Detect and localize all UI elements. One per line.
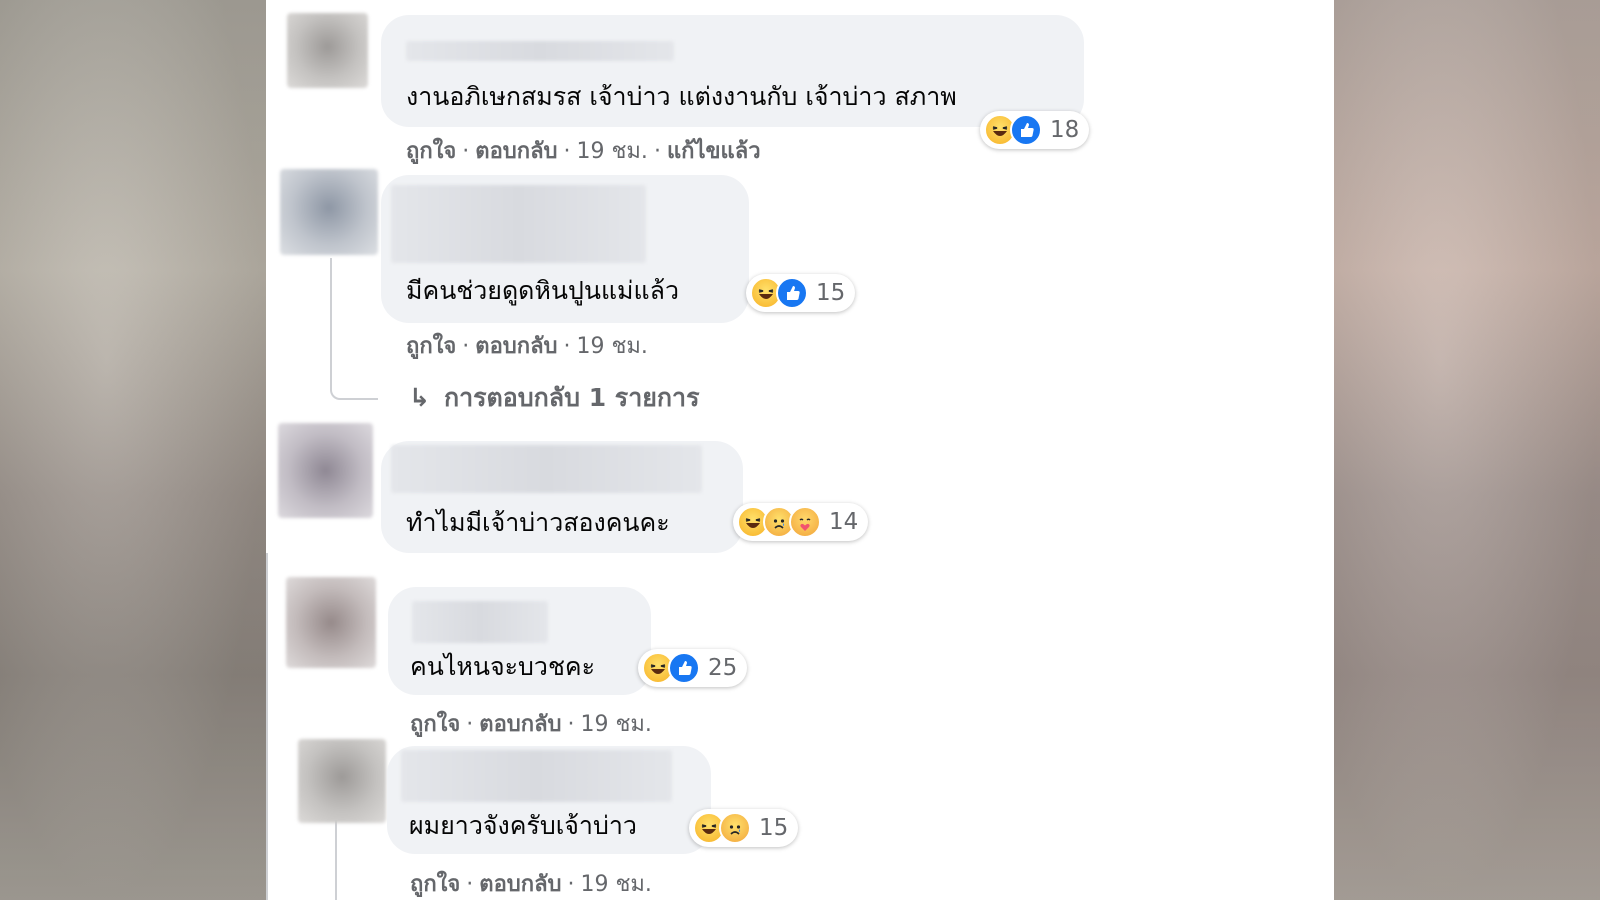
avatar[interactable] bbox=[286, 577, 376, 668]
comments-panel: งานอภิเษกสมรส เจ้าบ่าว แต่งงานกับ เจ้าบ่… bbox=[266, 0, 1334, 900]
comment-actions: ถูกใจ · ตอบกลับ · 19 ชม. bbox=[406, 334, 648, 359]
reaction-summary[interactable]: 18 bbox=[980, 111, 1090, 149]
author-name-blurred[interactable] bbox=[412, 601, 548, 643]
reply-link[interactable]: ตอบกลับ bbox=[475, 139, 557, 164]
comment-actions: ถูกใจ · ตอบกลับ · 19 ชม. bbox=[410, 712, 652, 737]
care-icon bbox=[789, 506, 821, 538]
comment-actions: ถูกใจ · ตอบกลับ · 19 ชม. bbox=[410, 872, 652, 897]
reply-link[interactable]: ตอบกลับ bbox=[479, 872, 561, 897]
like-icon bbox=[1010, 114, 1042, 146]
comment-bubble: ทำไมมีเจ้าบ่าวสองคนคะ bbox=[381, 441, 743, 553]
comment-bubble: งานอภิเษกสมรส เจ้าบ่าว แต่งงานกับ เจ้าบ่… bbox=[381, 15, 1084, 127]
reply-arrow-icon: ↳ bbox=[409, 383, 430, 412]
blurred-background-right bbox=[1334, 0, 1600, 900]
reaction-summary[interactable]: 15 bbox=[689, 809, 799, 847]
comment-bubble: คนไหนจะบวชคะ bbox=[388, 587, 651, 695]
comment-bubble: มีคนช่วยดูดหินปูนแม่แล้ว bbox=[381, 175, 749, 323]
reaction-count: 14 bbox=[829, 509, 859, 535]
timestamp[interactable]: 19 ชม. bbox=[581, 712, 652, 737]
avatar[interactable] bbox=[280, 169, 378, 255]
avatar[interactable] bbox=[287, 13, 368, 88]
reaction-count: 18 bbox=[1050, 117, 1080, 143]
comment-text: งานอภิเษกสมรส เจ้าบ่าว แต่งงานกับ เจ้าบ่… bbox=[406, 82, 957, 111]
blurred-background-left bbox=[0, 0, 266, 900]
like-link[interactable]: ถูกใจ bbox=[410, 872, 460, 897]
comment-text: ผมยาวจังครับเจ้าบ่าว bbox=[409, 811, 637, 840]
reply-link[interactable]: ตอบกลับ bbox=[475, 334, 557, 359]
author-name-blurred[interactable] bbox=[406, 41, 674, 61]
thread-connector bbox=[330, 258, 378, 400]
timestamp[interactable]: 19 ชม. bbox=[581, 872, 652, 897]
reaction-summary[interactable]: 25 bbox=[638, 649, 748, 687]
view-replies-link[interactable]: ↳ การตอบกลับ 1 รายการ bbox=[409, 378, 700, 418]
like-link[interactable]: ถูกใจ bbox=[406, 139, 456, 164]
reaction-summary[interactable]: 15 bbox=[746, 274, 856, 312]
reaction-count: 15 bbox=[759, 815, 789, 841]
like-link[interactable]: ถูกใจ bbox=[410, 712, 460, 737]
sad-icon bbox=[719, 812, 751, 844]
author-name-blurred[interactable] bbox=[391, 185, 646, 263]
like-icon bbox=[668, 652, 700, 684]
comment-actions: ถูกใจ · ตอบกลับ · 19 ชม. · แก้ไขแล้ว bbox=[406, 139, 761, 164]
reaction-summary[interactable]: 14 bbox=[733, 503, 869, 541]
reply-link[interactable]: ตอบกลับ bbox=[479, 712, 561, 737]
like-icon bbox=[776, 277, 808, 309]
avatar[interactable] bbox=[278, 423, 373, 518]
reaction-count: 25 bbox=[708, 655, 738, 681]
author-name-blurred[interactable] bbox=[401, 750, 672, 802]
comment-text: ทำไมมีเจ้าบ่าวสองคนคะ bbox=[406, 508, 670, 537]
comment-bubble: ผมยาวจังครับเจ้าบ่าว bbox=[387, 746, 711, 854]
like-link[interactable]: ถูกใจ bbox=[406, 334, 456, 359]
author-name-blurred[interactable] bbox=[391, 445, 702, 493]
avatar[interactable] bbox=[298, 739, 386, 823]
thread-connector bbox=[266, 553, 268, 900]
timestamp[interactable]: 19 ชม. bbox=[577, 139, 648, 164]
timestamp[interactable]: 19 ชม. bbox=[577, 334, 648, 359]
comment-text: คนไหนจะบวชคะ bbox=[410, 652, 596, 681]
thread-connector bbox=[335, 820, 337, 900]
reaction-count: 15 bbox=[816, 280, 846, 306]
edited-label[interactable]: แก้ไขแล้ว bbox=[667, 139, 761, 164]
comment-text: มีคนช่วยดูดหินปูนแม่แล้ว bbox=[406, 276, 680, 305]
view-replies-label: การตอบกลับ 1 รายการ bbox=[443, 383, 700, 412]
